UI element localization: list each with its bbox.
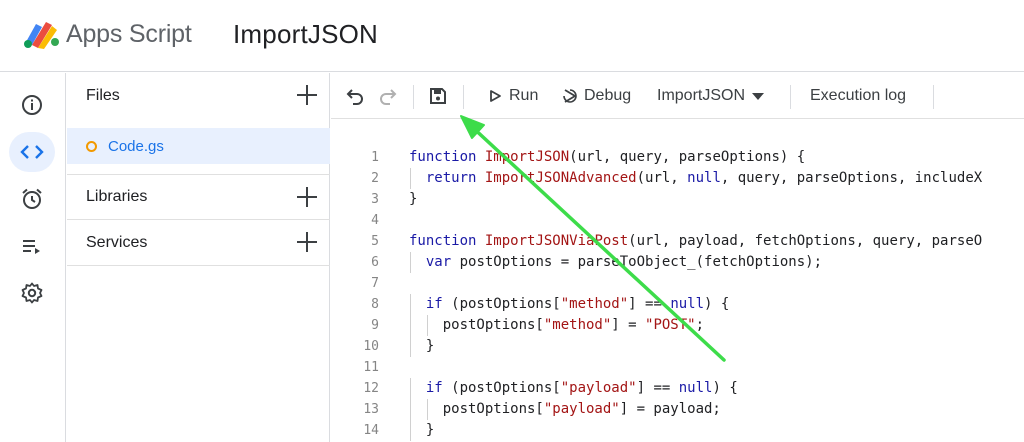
code-text: }: [409, 422, 435, 438]
code-line[interactable]: 14 }: [331, 420, 1024, 441]
code-text: return ImportJSONAdvanced(url, null, que…: [425, 170, 983, 186]
code-line[interactable]: 10 }: [331, 336, 1024, 357]
code-text: function ImportJSON(url, query, parseOpt…: [409, 149, 806, 165]
code-text: function ImportJSONViaPost(url, payload,…: [409, 233, 983, 249]
line-number: 14: [363, 423, 379, 438]
code-line[interactable]: 13 postOptions["payload"] = payload;: [331, 399, 1024, 420]
project-name[interactable]: ImportJSON: [233, 19, 378, 50]
file-name: Code.gs: [108, 137, 164, 155]
services-section-header: Services: [67, 220, 330, 266]
alarm-clock-icon: [22, 188, 42, 209]
line-number: 8: [371, 297, 379, 312]
toolbar-divider: [413, 85, 414, 109]
code-line[interactable]: 2 return ImportJSONAdvanced(url, null, q…: [331, 168, 1024, 189]
code-text: if (postOptions["payload"] == null) {: [425, 380, 738, 396]
overview-button[interactable]: [9, 85, 55, 125]
line-number: 5: [371, 234, 379, 249]
header: Apps Script ImportJSON: [0, 0, 1024, 72]
function-select-value: ImportJSON: [657, 87, 746, 104]
project-settings-button[interactable]: [9, 273, 55, 313]
line-number: 9: [371, 318, 379, 333]
play-icon: [490, 90, 501, 102]
debug-label: Debug: [584, 87, 632, 104]
debug-icon: [563, 89, 577, 103]
line-number: 3: [371, 192, 379, 207]
code-text: postOptions["payload"] = payload;: [409, 401, 721, 417]
code-line[interactable]: 3}: [331, 189, 1024, 210]
redo-icon: [380, 89, 397, 105]
gear-icon: [21, 282, 43, 304]
executions-icon: [23, 240, 40, 254]
executions-button[interactable]: [9, 226, 55, 266]
line-number: 11: [363, 360, 379, 375]
function-select[interactable]: ImportJSON: [657, 73, 765, 119]
unsaved-file-dot-icon: [86, 141, 97, 152]
toolbar-divider: [463, 85, 464, 109]
line-number: 6: [371, 255, 379, 270]
undo-button[interactable]: [345, 73, 365, 119]
toolbar-divider: [933, 85, 934, 109]
redo-button[interactable]: [378, 73, 398, 119]
code-text: if (postOptions["method"] == null) {: [425, 296, 730, 312]
line-number: 12: [363, 381, 379, 396]
code-line[interactable]: 11: [331, 357, 1024, 378]
execution-log-button[interactable]: Execution log: [810, 73, 906, 119]
code-icon: [20, 145, 44, 159]
line-number: 4: [371, 213, 379, 228]
left-nav-rail: [0, 73, 66, 442]
files-section-header: Files: [67, 73, 330, 119]
line-number: 13: [363, 402, 379, 417]
debug-button[interactable]: Debug: [560, 73, 631, 119]
run-button[interactable]: Run: [487, 73, 538, 119]
code-line[interactable]: 7: [331, 273, 1024, 294]
code-line[interactable]: 12 if (postOptions["payload"] == null) {: [331, 378, 1024, 399]
add-library-plus-icon[interactable]: [296, 186, 318, 208]
libraries-section-header: Libraries: [67, 174, 330, 220]
info-icon: [22, 95, 42, 115]
code-line[interactable]: 6 var postOptions = parseToObject_(fetch…: [331, 252, 1024, 273]
line-number: 1: [371, 150, 379, 165]
code-line[interactable]: 1 function ImportJSON(url, query, parseOp…: [331, 147, 1024, 168]
line-number: 7: [371, 276, 379, 291]
caret-down-icon: [752, 93, 765, 100]
app-name[interactable]: Apps Script: [66, 20, 192, 49]
services-label: Services: [86, 233, 148, 251]
code-line[interactable]: 9 postOptions["method"] = "POST";: [331, 315, 1024, 336]
code-text: }: [409, 191, 418, 207]
code-text: var postOptions = parseToObject_(fetchOp…: [425, 254, 823, 270]
add-service-plus-icon[interactable]: [296, 231, 318, 253]
code-line[interactable]: 5 function ImportJSONViaPost(url, payload…: [331, 231, 1024, 252]
editor-button[interactable]: [9, 132, 55, 172]
files-label: Files: [86, 87, 120, 104]
save-button[interactable]: [428, 73, 448, 119]
libraries-label: Libraries: [86, 188, 148, 205]
add-file-plus-icon[interactable]: [296, 84, 318, 106]
code-text: }: [409, 338, 435, 354]
save-icon: [430, 88, 446, 104]
code-line[interactable]: 4: [331, 210, 1024, 231]
toolbar-divider: [790, 85, 791, 109]
line-number: 10: [363, 339, 379, 354]
files-panel: Files Code.gs Libraries Services: [67, 73, 330, 442]
file-item-code-gs[interactable]: Code.gs: [67, 128, 330, 164]
code-line[interactable]: 8 if (postOptions["method"] == null) {: [331, 294, 1024, 315]
execution-log-label: Execution log: [810, 87, 907, 104]
code-editor[interactable]: 1 function ImportJSON(url, query, parseOp…: [331, 120, 1024, 442]
editor-toolbar: Run Debug ImportJSON Execution log: [331, 73, 1024, 119]
line-number: 2: [371, 171, 379, 186]
apps-script-logo-icon[interactable]: [22, 18, 60, 50]
undo-icon: [346, 89, 363, 105]
triggers-button[interactable]: [9, 179, 55, 219]
run-label: Run: [509, 87, 539, 104]
code-text: postOptions["method"] = "POST";: [409, 317, 705, 333]
